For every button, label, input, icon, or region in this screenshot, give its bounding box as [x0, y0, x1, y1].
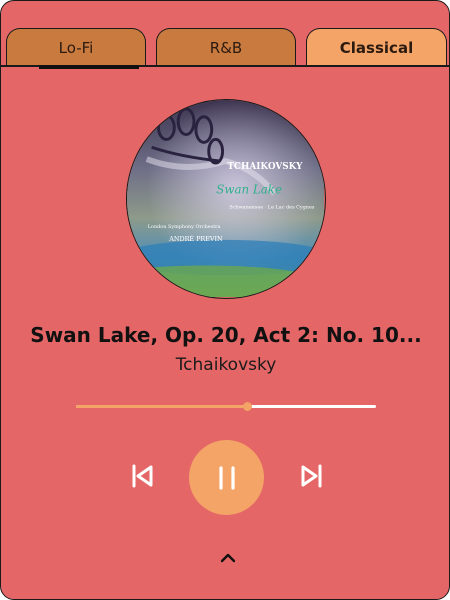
expand-button[interactable]	[216, 546, 240, 570]
album-art: TCHAIKOVSKY Swan Lake Schwanensee · Le L…	[126, 99, 326, 299]
track-title: Swan Lake, Op. 20, Act 2: No. 10...	[30, 323, 422, 347]
album-cover-image: TCHAIKOVSKY Swan Lake Schwanensee · Le L…	[127, 100, 324, 297]
tab-classical[interactable]: Classical	[306, 28, 447, 66]
album-conductor: ANDRÉ PREVIN	[168, 234, 223, 243]
play-pause-button[interactable]	[189, 440, 264, 515]
tab-label: Classical	[339, 38, 414, 57]
next-track-button[interactable]	[297, 461, 327, 491]
tab-label: Lo-Fi	[58, 38, 94, 57]
chevron-up-icon	[220, 553, 236, 563]
album-subtitle: Schwanensee · Le Lac des Cygnes	[229, 204, 315, 210]
tab-label: R&B	[209, 38, 243, 57]
track-artist: Tchaikovsky	[175, 355, 277, 375]
tab-indicator	[39, 65, 139, 69]
pause-icon	[218, 465, 235, 490]
tab-r-and-b[interactable]: R&B	[156, 28, 296, 66]
album-work-title: Swan Lake	[216, 183, 282, 197]
tab-lo-fi[interactable]: Lo-Fi	[6, 28, 146, 66]
album-orchestra: London Symphony Orchestra	[148, 224, 221, 230]
skip-next-icon	[301, 464, 322, 488]
progress-slider[interactable]	[76, 402, 376, 411]
progress-thumb[interactable]	[243, 402, 252, 411]
progress-fill	[76, 405, 247, 408]
album-composer: TCHAIKOVSKY	[227, 162, 303, 172]
skip-previous-icon	[132, 464, 153, 488]
music-player: Lo-Fi R&B Classical TCHAIKOVSKY Swan Lak…	[0, 0, 450, 600]
previous-track-button[interactable]	[127, 461, 157, 491]
